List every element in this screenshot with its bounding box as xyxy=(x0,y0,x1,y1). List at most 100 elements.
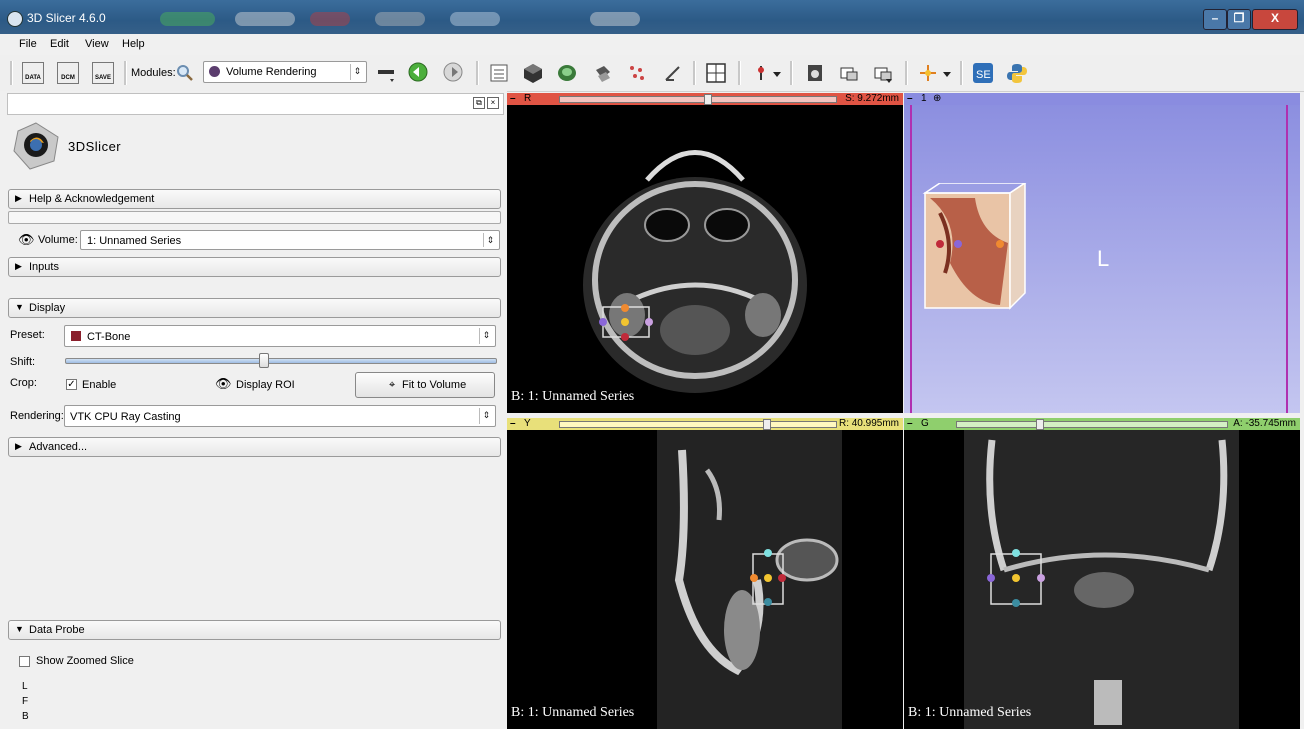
roi-handle-lavender[interactable] xyxy=(645,318,653,326)
menu-edit[interactable]: Edit xyxy=(50,38,69,50)
green-view-letter: G xyxy=(921,418,929,429)
roi-handle-yellow[interactable] xyxy=(1012,574,1020,582)
menu-help[interactable]: Help xyxy=(122,38,145,50)
shift-slider-track[interactable] xyxy=(65,358,497,364)
inputs-section-header[interactable]: ▶ Inputs xyxy=(8,257,501,277)
roi-handle-orange[interactable] xyxy=(750,574,758,582)
green-slice-slider-handle[interactable] xyxy=(1036,419,1044,430)
chevron-down-icon[interactable] xyxy=(772,62,782,84)
menu-file[interactable]: File xyxy=(19,38,37,50)
layout-icon[interactable] xyxy=(705,62,727,84)
roi-handle-cyan[interactable] xyxy=(1012,549,1020,557)
yellow-view-controller[interactable]: – Y R: 40.995mm xyxy=(507,418,903,430)
threed-view-letter: 1 xyxy=(921,93,927,104)
pin-icon[interactable]: – xyxy=(510,418,516,429)
pin-icon[interactable]: – xyxy=(510,93,516,104)
help-section-header[interactable]: ▶ Help & Acknowledgement xyxy=(8,189,501,209)
data-probe-section-header[interactable]: ▼ Data Probe xyxy=(8,620,501,640)
pin-icon[interactable]: – xyxy=(907,418,913,429)
transforms-module-icon[interactable] xyxy=(592,62,614,84)
module-selector[interactable]: Volume Rendering ⇕ xyxy=(203,61,367,83)
red-view-controller[interactable]: – R S: 9.272mm xyxy=(507,93,903,105)
roi-handle-purple[interactable] xyxy=(954,240,962,248)
save-data-icon[interactable]: SAVE xyxy=(92,62,114,84)
display-section-header[interactable]: ▼ Display xyxy=(8,298,501,318)
pin-icon[interactable]: – xyxy=(907,93,913,104)
enable-crop-checkbox[interactable]: ✓ xyxy=(66,379,77,390)
python-console-icon[interactable] xyxy=(1006,62,1028,84)
display-roi-label[interactable]: Display ROI xyxy=(236,379,295,391)
red-slice-view[interactable]: B: 1: Unnamed Series xyxy=(507,105,903,413)
module-search-icon[interactable] xyxy=(176,64,198,86)
roi-handle-purple[interactable] xyxy=(987,574,995,582)
models-module-icon[interactable] xyxy=(556,62,578,84)
module-selected: Volume Rendering xyxy=(226,66,317,78)
green-slice-offset: A: -35.745mm xyxy=(1233,418,1296,429)
roi-handle-red[interactable] xyxy=(621,333,629,341)
crosshair-pointer-icon[interactable] xyxy=(750,62,772,84)
extension-manager-icon[interactable]: SE xyxy=(972,62,994,84)
chevron-down-icon[interactable] xyxy=(942,62,952,84)
forward-arrow-icon[interactable] xyxy=(443,62,465,84)
fiducial-place-icon[interactable] xyxy=(917,62,939,84)
back-arrow-icon[interactable] xyxy=(408,62,430,84)
scene-view-icon[interactable] xyxy=(838,62,860,84)
close-button[interactable]: X xyxy=(1252,9,1298,30)
menu-view[interactable]: View xyxy=(85,38,109,50)
layout-toggle-icon[interactable] xyxy=(376,62,398,84)
green-view-series-label: B: 1: Unnamed Series xyxy=(908,705,1032,720)
load-data-icon[interactable]: DATA xyxy=(22,62,44,84)
roi-handle-cyan[interactable] xyxy=(764,549,772,557)
view-border-line xyxy=(910,105,912,413)
slicer-logo-text: 3DSlicer xyxy=(68,139,122,154)
fit-to-volume-button[interactable]: ⌖ Fit to Volume xyxy=(355,372,495,398)
roi-handle-orange[interactable] xyxy=(621,304,629,312)
roi-handle-teal[interactable] xyxy=(764,598,772,606)
maximize-button[interactable]: ❐ xyxy=(1227,9,1251,30)
green-view-controller[interactable]: – G A: -35.745mm xyxy=(904,418,1300,430)
display-section-label: Display xyxy=(29,302,66,314)
green-slice-slider[interactable] xyxy=(956,421,1228,428)
red-slice-slider-handle[interactable] xyxy=(704,94,712,105)
visibility-eye-icon[interactable]: 👁 xyxy=(18,232,35,248)
view-link-icon[interactable]: ⊕ xyxy=(933,93,941,104)
advanced-section-label: Advanced... xyxy=(29,441,88,453)
close-icon[interactable]: × xyxy=(487,97,499,109)
preset-selector[interactable]: CT-Bone ⇕ xyxy=(64,325,496,347)
show-zoomed-slice-checkbox[interactable] xyxy=(19,656,30,667)
roi-handle-yellow[interactable] xyxy=(764,574,772,582)
roi-handle-red[interactable] xyxy=(936,240,944,248)
toolbar-separator xyxy=(693,61,696,85)
roi-handle-orange[interactable] xyxy=(996,240,1004,248)
toolbar-separator xyxy=(738,61,741,85)
yellow-slice-slider[interactable] xyxy=(559,421,837,428)
roi-handle-lavender[interactable] xyxy=(1037,574,1045,582)
volumes-module-icon[interactable] xyxy=(522,62,544,84)
roi-handle-yellow[interactable] xyxy=(621,318,629,326)
taskbar-blob xyxy=(235,12,295,26)
volume-selector[interactable]: 1: Unnamed Series ⇕ xyxy=(80,230,500,250)
roi-handle-red[interactable] xyxy=(778,574,786,582)
editor-module-icon[interactable] xyxy=(662,62,684,84)
load-dicom-icon[interactable]: DCM xyxy=(57,62,79,84)
scene-restore-icon[interactable] xyxy=(872,62,894,84)
roi-handle-teal[interactable] xyxy=(1012,599,1020,607)
threed-view-controller[interactable]: – 1 ⊕ xyxy=(904,93,1300,105)
markups-module-icon[interactable] xyxy=(626,62,648,84)
rendering-selector[interactable]: VTK CPU Ray Casting ⇕ xyxy=(64,405,496,427)
green-slice-view[interactable]: B: 1: Unnamed Series xyxy=(904,430,1300,729)
screenshot-icon[interactable] xyxy=(805,62,827,84)
yellow-slice-view[interactable]: B: 1: Unnamed Series xyxy=(507,430,903,729)
expand-arrow-icon: ▶ xyxy=(15,441,22,451)
red-slice-slider[interactable] xyxy=(559,96,837,103)
undock-icon[interactable]: ⧉ xyxy=(473,97,485,109)
yellow-slice-slider-handle[interactable] xyxy=(763,419,771,430)
minimize-button[interactable]: – xyxy=(1203,9,1227,30)
shift-slider-handle[interactable] xyxy=(258,353,269,368)
display-roi-eye-icon[interactable]: 👁 xyxy=(215,376,232,392)
advanced-section-header[interactable]: ▶ Advanced... xyxy=(8,437,501,457)
data-module-icon[interactable] xyxy=(488,62,510,84)
roi-handle-purple[interactable] xyxy=(599,318,607,326)
threed-view[interactable]: L xyxy=(904,105,1300,413)
preset-label: Preset: xyxy=(10,329,45,341)
